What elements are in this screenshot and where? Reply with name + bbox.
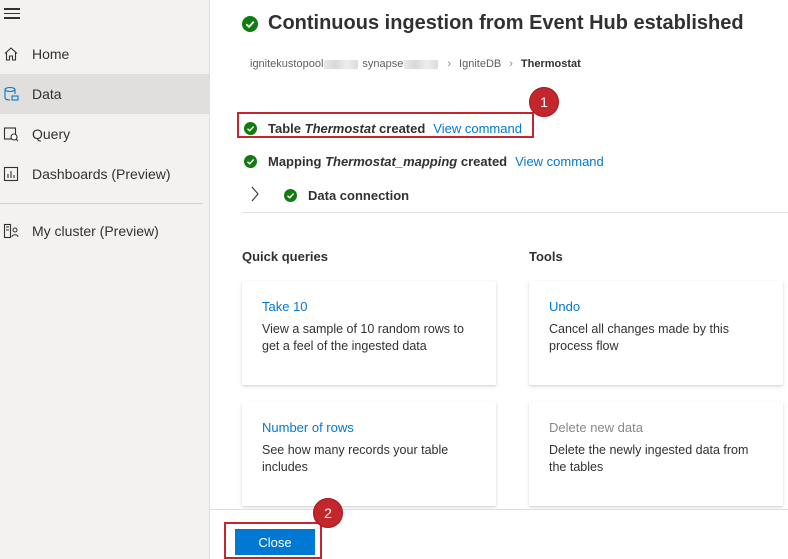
status-label: Table Thermostat created [268,121,426,136]
sidebar-item-query[interactable]: Query [0,114,209,154]
success-check-icon [284,189,297,202]
query-icon [3,126,19,142]
section-divider [242,212,788,213]
number-of-rows-card[interactable]: Number of rows See how many records your… [242,402,496,506]
sidebar-item-label: Home [32,46,70,62]
data-connection-status[interactable]: Data connection [284,188,409,203]
sidebar-item-home[interactable]: Home [0,34,209,74]
page-title: Continuous ingestion from Event Hub esta… [268,12,744,34]
status-label: Data connection [308,188,410,203]
sidebar: Home Data Query Dashboards (Preview) My … [0,0,210,559]
home-icon [3,46,19,62]
card-description: Delete the newly ingested data from the … [549,443,749,474]
tools-heading: Tools [529,249,563,264]
delete-new-data-card: Delete new data Delete the newly ingeste… [529,402,783,506]
breadcrumb: ignitekustopool synapse › IgniteDB › The… [250,58,581,70]
card-description: Cancel all changes made by this process … [549,322,729,353]
mapping-created-status: Mapping Thermostat_mapping created View … [244,154,604,169]
card-description: View a sample of 10 random rows to get a… [262,322,464,353]
sidebar-item-dashboards[interactable]: Dashboards (Preview) [0,154,209,194]
card-title[interactable]: Undo [549,299,763,314]
sidebar-item-label: My cluster (Preview) [32,223,159,239]
cluster-icon [3,223,19,239]
page-header: Continuous ingestion from Event Hub esta… [242,12,744,35]
redacted-text [404,59,439,69]
step-badge-1: 1 [529,87,559,117]
table-created-status: Table Thermostat created View command [244,121,522,136]
undo-card[interactable]: Undo Cancel all changes made by this pro… [529,281,783,385]
card-title[interactable]: Number of rows [262,420,476,435]
close-button[interactable]: Close [235,529,315,555]
status-label: Mapping Thermostat_mapping created [268,154,508,169]
view-command-link[interactable]: View command [515,154,604,169]
breadcrumb-cluster[interactable]: ignitekustopool [250,58,323,70]
redacted-text [324,59,359,69]
step-badge-2: 2 [313,498,343,528]
chevron-right-icon: › [509,58,513,70]
sidebar-item-data[interactable]: Data [0,74,209,114]
data-icon [3,86,19,102]
card-description: See how many records your table includes [262,443,449,474]
chevron-right-icon[interactable] [250,186,260,202]
take-10-card[interactable]: Take 10 View a sample of 10 random rows … [242,281,496,385]
chevron-right-icon: › [447,58,452,70]
sidebar-item-my-cluster[interactable]: My cluster (Preview) [0,211,209,251]
breadcrumb-database[interactable]: IgniteDB [459,58,501,70]
sidebar-item-label: Query [32,126,71,142]
sidebar-item-label: Data [32,86,62,102]
breadcrumb-workspace[interactable]: synapse [362,58,403,70]
footer-divider [210,509,788,510]
success-check-icon [244,155,257,168]
quick-queries-heading: Quick queries [242,249,328,264]
card-title[interactable]: Take 10 [262,299,476,314]
sidebar-divider [0,203,203,204]
success-check-icon [244,122,257,135]
main-panel: Continuous ingestion from Event Hub esta… [210,0,788,559]
success-check-icon [242,15,258,32]
card-title: Delete new data [549,420,643,435]
breadcrumb-table: Thermostat [520,58,581,70]
dashboards-icon [3,166,19,182]
view-command-link[interactable]: View command [433,121,522,136]
hamburger-menu-icon[interactable] [4,8,20,20]
sidebar-item-label: Dashboards (Preview) [32,166,171,182]
